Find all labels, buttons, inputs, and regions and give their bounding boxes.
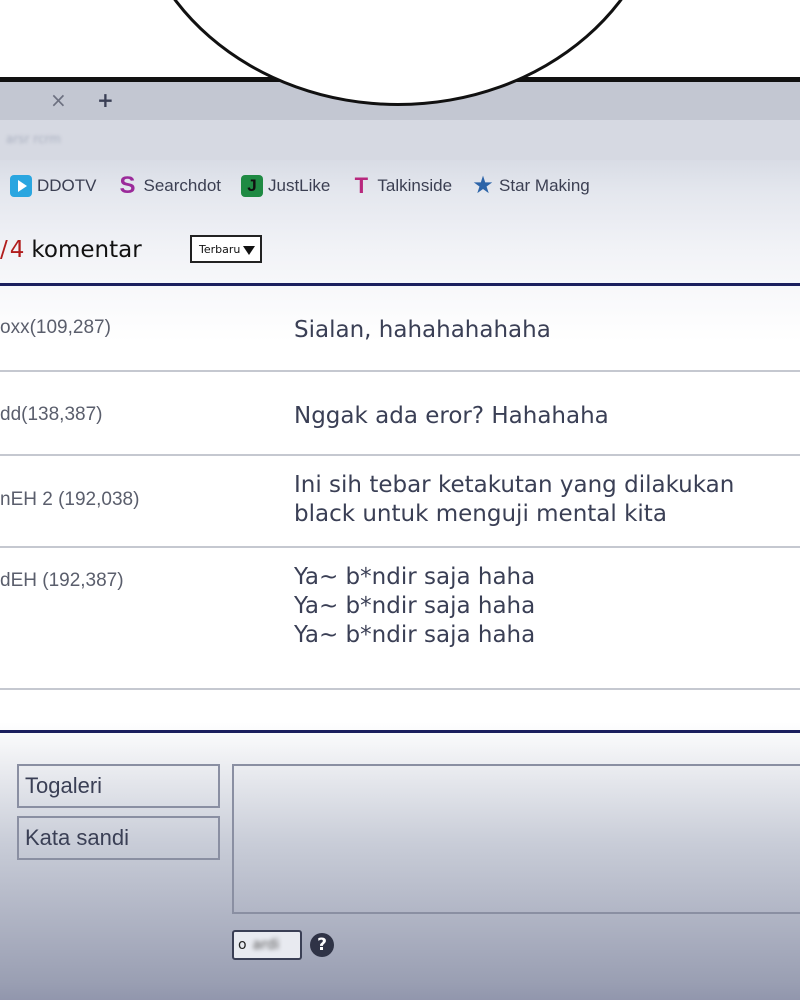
comment-author[interactable]: dd(138,387) bbox=[0, 404, 102, 426]
bookmark-justlike[interactable]: J JustLike bbox=[241, 175, 330, 197]
webtoon-panel: × + arsr rcrm DDOTV S Searchdot J JustLi… bbox=[0, 0, 800, 1000]
bookmark-label: Talkinside bbox=[377, 176, 453, 195]
divider bbox=[0, 730, 800, 733]
bookmark-label: Star Making bbox=[499, 176, 590, 195]
comment-text: Ini sih tebar ketakutan yang dilakukan b… bbox=[294, 471, 794, 529]
comment-line: Ya~ b*ndir saja haha bbox=[294, 564, 536, 590]
chevron-down-icon bbox=[243, 246, 255, 255]
count-prefix: / bbox=[0, 237, 8, 263]
comment-line: Nggak ada eror? Hahahaha bbox=[294, 403, 609, 429]
talkinside-t-icon: T bbox=[354, 173, 369, 198]
comment-count: / 4 komentar bbox=[0, 232, 142, 268]
comment-line: black untuk menguji mental kita bbox=[294, 501, 667, 527]
ddotv-play-icon bbox=[10, 175, 32, 197]
new-tab-icon[interactable]: + bbox=[97, 88, 114, 112]
bookmark-label: DDOTV bbox=[37, 176, 97, 195]
comment-line: Ya~ b*ndir saja haha bbox=[294, 622, 536, 648]
comment-author[interactable]: dEH (192,387) bbox=[0, 570, 124, 592]
comment-row: oxx(109,287) Sialan, hahahahahaha bbox=[0, 286, 800, 372]
bookmark-label: Searchdot bbox=[143, 176, 222, 195]
address-text: arsr rcrm bbox=[6, 132, 61, 146]
comment-text: Nggak ada eror? Hahahaha bbox=[294, 402, 794, 431]
refresh-icon: o bbox=[238, 937, 247, 953]
tab-close-icon[interactable]: × bbox=[50, 88, 67, 112]
comment-row: dEH (192,387) Ya~ b*ndir saja haha Ya~ b… bbox=[0, 548, 800, 690]
comment-row: dd(138,387) Nggak ada eror? Hahahaha bbox=[0, 372, 800, 456]
help-icon[interactable]: ? bbox=[310, 933, 334, 957]
comment-text: Ya~ b*ndir saja haha Ya~ b*ndir saja hah… bbox=[294, 563, 794, 650]
sort-dropdown[interactable]: Terbaru bbox=[190, 235, 262, 263]
bookmarks-bar: DDOTV S Searchdot J JustLike T Talkinsid… bbox=[0, 168, 800, 204]
star-icon: ★ bbox=[472, 172, 494, 199]
bookmark-label: JustLike bbox=[268, 176, 331, 195]
comment-textarea[interactable] bbox=[232, 764, 800, 914]
browser-window: × + arsr rcrm DDOTV S Searchdot J JustLi… bbox=[0, 77, 800, 1000]
justlike-j-icon: J bbox=[241, 175, 263, 197]
name-field[interactable]: Togaleri bbox=[17, 764, 220, 808]
count-number: 4 bbox=[9, 237, 25, 263]
sort-value: Terbaru bbox=[199, 242, 241, 256]
password-field[interactable]: Kata sandi bbox=[17, 816, 220, 860]
bookmark-talkinside[interactable]: T Talkinside bbox=[350, 175, 452, 197]
address-bar[interactable]: arsr rcrm bbox=[0, 120, 800, 160]
comment-author[interactable]: oxx(109,287) bbox=[0, 317, 111, 339]
bookmark-searchdot[interactable]: S Searchdot bbox=[117, 172, 222, 199]
bookmark-ddotv[interactable]: DDOTV bbox=[10, 175, 97, 197]
comment-text: Sialan, hahahahahaha bbox=[294, 316, 794, 345]
count-label: komentar bbox=[31, 237, 142, 263]
searchdot-s-icon: S bbox=[119, 172, 136, 199]
captcha-text: ardi bbox=[252, 937, 280, 953]
comment-line: Ini sih tebar ketakutan yang dilakukan bbox=[294, 472, 735, 498]
bookmark-star-making[interactable]: ★ Star Making bbox=[472, 172, 590, 199]
captcha-button[interactable]: o ardi bbox=[232, 930, 302, 960]
comment-row: nEH 2 (192,038) Ini sih tebar ketakutan … bbox=[0, 456, 800, 548]
comment-author[interactable]: nEH 2 (192,038) bbox=[0, 489, 139, 511]
comment-line: Ya~ b*ndir saja haha bbox=[294, 593, 536, 619]
comment-line: Sialan, hahahahahaha bbox=[294, 317, 551, 343]
